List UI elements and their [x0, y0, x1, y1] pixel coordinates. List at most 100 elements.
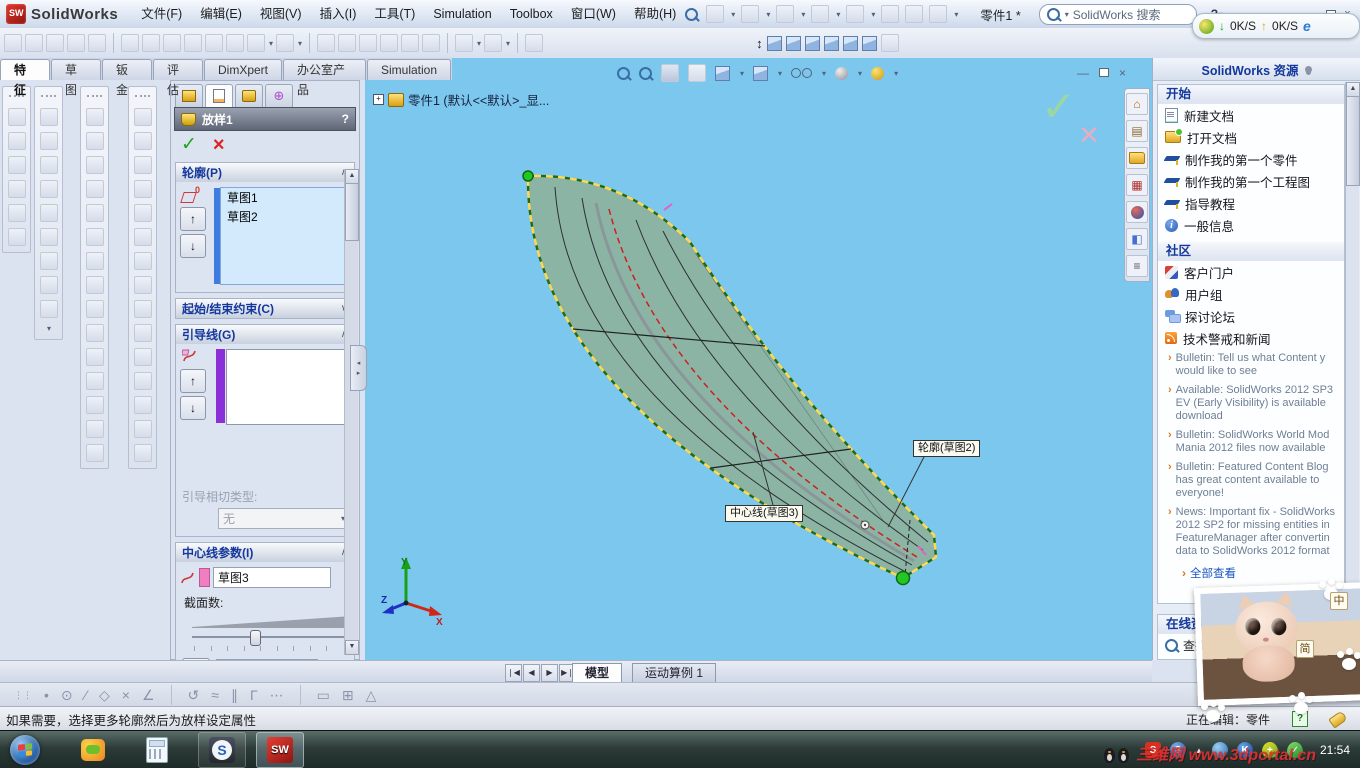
bulletin-item[interactable]: › Bulletin: SolidWorks World Mod Mania 20… — [1158, 426, 1344, 458]
toolbar-icon[interactable] — [422, 34, 441, 52]
toolbar-icon[interactable] — [39, 108, 58, 126]
move-up-button[interactable]: ↑ — [180, 207, 206, 231]
toolbar-icon[interactable] — [226, 34, 244, 52]
graphics-viewport[interactable]: ▾ ▾ ▾ ▾ ▾ — × + 零件1 (默认<<默认>_显... ✓ × ⌂ … — [365, 58, 1152, 660]
toolbar-icon[interactable] — [133, 180, 152, 198]
pin-icon[interactable] — [1304, 65, 1312, 73]
toolbar-icon[interactable] — [133, 372, 152, 390]
profile-item[interactable]: 草图2 — [221, 207, 347, 226]
taskbar-clock[interactable]: 21:54 — [1320, 743, 1350, 757]
toolbar-icon[interactable] — [85, 204, 104, 222]
toolbar-icon[interactable] — [85, 228, 104, 246]
toolbar-icon[interactable] — [85, 396, 104, 414]
profile-item[interactable]: 草图1 — [221, 188, 347, 207]
menu-view[interactable]: 视图(V) — [251, 1, 311, 27]
view-left-icon[interactable] — [804, 35, 820, 51]
dropdown-arrow[interactable]: ▾ — [822, 69, 826, 78]
toolbar-icon[interactable] — [85, 180, 104, 198]
toolbar-icon[interactable] — [7, 108, 26, 126]
parallel-tool-icon[interactable]: ∥ — [231, 687, 238, 704]
toolbar-icon[interactable] — [525, 34, 544, 52]
apply-scene-icon[interactable] — [871, 66, 885, 80]
circle-tool-icon[interactable]: ⊙ — [61, 687, 73, 704]
line-tool-icon[interactable]: ∕ — [85, 687, 87, 703]
view-all-link[interactable]: › 全部查看 — [1158, 561, 1344, 585]
taskbar-solidworks-app[interactable]: SW — [256, 732, 304, 768]
view-palette-icon[interactable]: ▦ — [1126, 174, 1148, 196]
toolbar-icon[interactable] — [184, 34, 202, 52]
toolbar-icon[interactable] — [7, 228, 26, 246]
toolbar-icon[interactable] — [484, 34, 503, 52]
toolbar-icon[interactable] — [85, 444, 104, 462]
doc-restore-button[interactable] — [1099, 66, 1109, 80]
triangle-tool-icon[interactable]: △ — [366, 687, 377, 704]
rectangle-tool-icon[interactable]: ▭ — [317, 687, 330, 704]
point-tool-icon[interactable]: • — [44, 687, 49, 703]
dropdown-arrow[interactable]: ▾ — [269, 39, 273, 48]
save-icon[interactable] — [776, 5, 795, 23]
link-open-document[interactable]: 打开文档 — [1158, 126, 1344, 148]
toolbar-icon[interactable] — [46, 34, 64, 52]
resize-pointer-icon[interactable]: ↕ — [756, 36, 763, 51]
move-down-button[interactable]: ↓ — [180, 234, 206, 258]
toolbar-icon[interactable] — [39, 180, 58, 198]
confirmation-cancel-icon[interactable]: × — [1079, 116, 1099, 155]
dropdown-arrow[interactable]: ▾ — [858, 69, 862, 78]
options-icon[interactable] — [929, 5, 948, 23]
network-speed-overlay[interactable]: ↓ 0K/S ↑ 0K/S e — [1192, 13, 1360, 39]
toolbar-icon[interactable] — [133, 300, 152, 318]
property-manager-tab[interactable] — [205, 84, 233, 107]
bulletin-item[interactable]: › Available: SolidWorks 2012 SP3 EV (Earl… — [1158, 381, 1344, 426]
spline-tool-icon[interactable]: ≈ — [211, 687, 219, 703]
doc-minimize-button[interactable]: — — [1077, 66, 1089, 80]
toolbar-icon[interactable] — [85, 324, 104, 342]
print-icon[interactable] — [811, 5, 830, 23]
new-document-icon[interactable] — [706, 5, 725, 23]
feature-tree-flyout[interactable]: + 零件1 (默认<<默认>_显... — [373, 90, 549, 109]
panel-scrollbar[interactable]: ▲ ▼ — [344, 169, 359, 655]
menu-insert[interactable]: 插入(I) — [311, 1, 366, 27]
toolbar-icon[interactable] — [133, 228, 152, 246]
next-tab-button[interactable]: ▶ — [541, 664, 558, 682]
callout-centerline[interactable]: 中心线(草图3) — [725, 505, 804, 522]
toolbar-icon[interactable] — [39, 252, 58, 270]
toolbar-icon[interactable] — [25, 34, 43, 52]
toolbar-icon[interactable] — [7, 180, 26, 198]
toolbar-icon[interactable] — [133, 252, 152, 270]
scroll-thumb[interactable] — [1346, 96, 1360, 186]
view-top-icon[interactable] — [842, 35, 858, 51]
toolbar-icon[interactable] — [39, 132, 58, 150]
open-document-icon[interactable] — [741, 5, 760, 23]
hide-show-items-icon[interactable] — [791, 68, 813, 78]
toolbar-icon[interactable] — [39, 276, 58, 294]
link-tutorials[interactable]: 指导教程 — [1158, 192, 1344, 214]
tab-simulation[interactable]: Simulation — [366, 59, 452, 80]
menu-window[interactable]: 窗口(W) — [562, 1, 625, 27]
toolbar-icon[interactable] — [121, 34, 139, 52]
dropdown-arrow[interactable]: ▾ — [47, 324, 51, 333]
trim-tool-icon[interactable]: × — [122, 687, 130, 703]
toolbar-icon[interactable] — [455, 34, 474, 52]
toolbar-icon[interactable] — [133, 204, 152, 222]
angle-tool-icon[interactable]: ∠ — [142, 687, 155, 704]
tab-model[interactable]: 模型 — [572, 663, 623, 683]
appearances-icon[interactable] — [1126, 201, 1148, 223]
toolbar-icon[interactable] — [142, 34, 160, 52]
tab-evaluate[interactable]: 评估 — [153, 59, 203, 97]
tree-expand-icon[interactable]: + — [373, 94, 384, 105]
tab-dimxpert[interactable]: DimXpert — [204, 59, 283, 80]
panel-splitter-handle[interactable]: ◂ ▸ — [350, 345, 367, 391]
dropdown-arrow[interactable]: ▾ — [477, 39, 481, 48]
toolbar-icon[interactable] — [39, 228, 58, 246]
toolbar-icon[interactable] — [4, 34, 22, 52]
link-customer-portal[interactable]: 客户门户 — [1158, 261, 1344, 283]
centerline-field[interactable]: 草图3 — [213, 567, 331, 588]
prev-tab-button[interactable]: ◀ — [523, 664, 540, 682]
section-view-icon[interactable] — [688, 64, 706, 82]
link-tech-alerts-news[interactable]: 技术警戒和新闻 — [1158, 327, 1344, 349]
toolbar-icon[interactable] — [85, 132, 104, 150]
tab-sketch[interactable]: 草图 — [51, 59, 101, 97]
toolbar-icon[interactable] — [317, 34, 336, 52]
doc-close-button[interactable]: × — [1119, 66, 1126, 80]
search-assistant-icon[interactable] — [685, 7, 699, 21]
